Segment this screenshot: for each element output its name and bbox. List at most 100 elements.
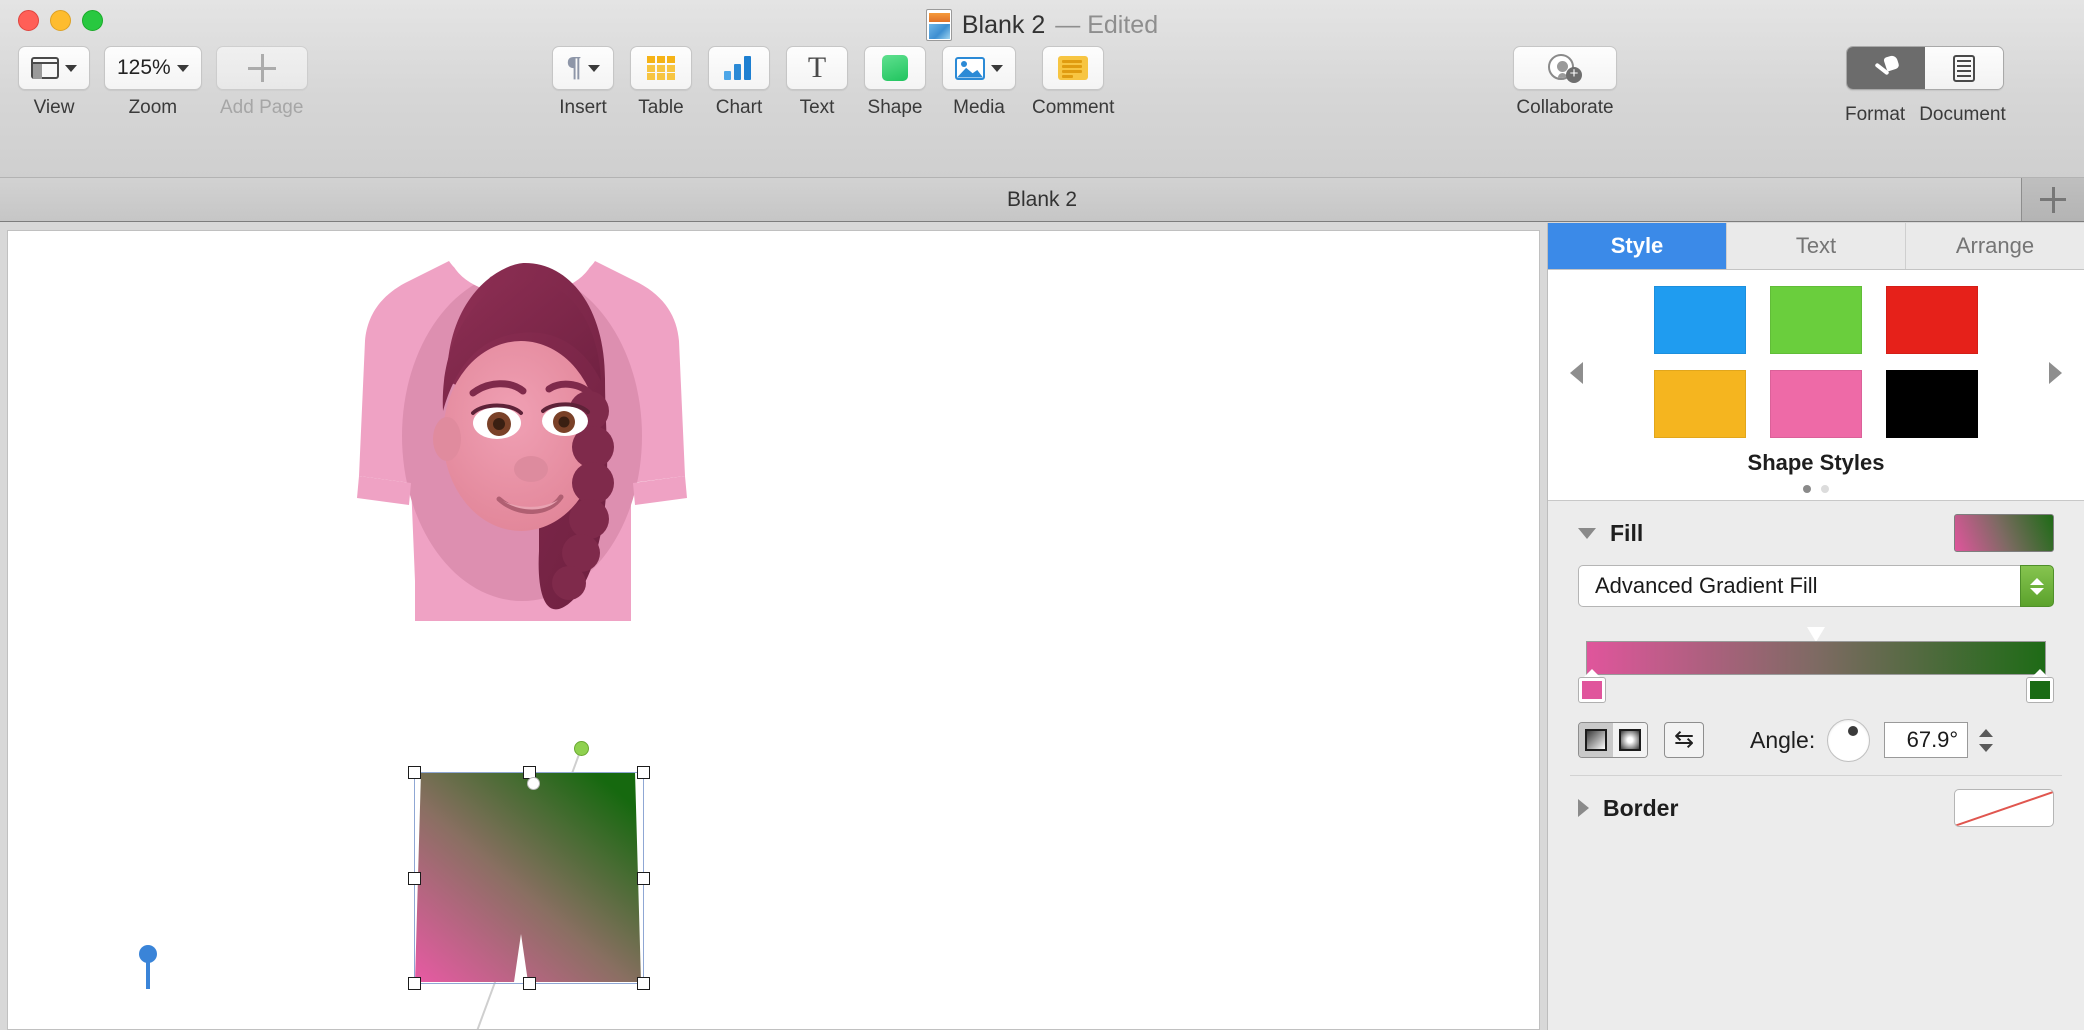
resize-handle-top-right[interactable] bbox=[637, 766, 650, 779]
blue-pin-marker bbox=[139, 945, 157, 989]
inspector-tabs: Style Text Arrange bbox=[1548, 223, 2084, 270]
shape-tool[interactable]: Shape bbox=[864, 46, 926, 119]
gradient-control-line bbox=[476, 748, 582, 1029]
page-dot-2[interactable] bbox=[1821, 485, 1829, 493]
document-tab-name[interactable]: Blank 2 bbox=[1007, 188, 1077, 212]
linear-gradient-button[interactable] bbox=[1579, 723, 1613, 757]
document-page[interactable] bbox=[7, 230, 1540, 1030]
insert-tool[interactable]: ¶ Insert bbox=[552, 46, 614, 119]
shape-style-swatch-black[interactable] bbox=[1886, 370, 1978, 438]
resize-handle-middle-right[interactable] bbox=[637, 872, 650, 885]
chevron-down-icon[interactable] bbox=[2030, 587, 2044, 595]
comment-button[interactable] bbox=[1042, 46, 1105, 90]
fill-type-select[interactable]: Advanced Gradient Fill bbox=[1578, 565, 2054, 607]
zoom-tool[interactable]: 125% Zoom bbox=[104, 46, 202, 119]
green-gradient-knob[interactable] bbox=[574, 741, 589, 756]
collaborate-tool[interactable]: + Collaborate bbox=[1513, 46, 1617, 119]
document-lines-icon bbox=[1953, 54, 1976, 82]
shape-selection-frame[interactable] bbox=[408, 766, 650, 990]
text-button[interactable]: T bbox=[786, 46, 848, 90]
chart-button[interactable] bbox=[708, 46, 770, 90]
shape-style-swatch-red[interactable] bbox=[1886, 286, 1978, 354]
border-section-header[interactable]: Border bbox=[1578, 776, 2054, 840]
canvas-area[interactable] bbox=[0, 223, 1547, 1030]
border-style-preview[interactable] bbox=[1954, 789, 2054, 827]
tab-style[interactable]: Style bbox=[1548, 223, 1727, 269]
gradient-editor[interactable] bbox=[1578, 627, 2054, 703]
zoom-button[interactable]: 125% bbox=[104, 46, 202, 90]
angle-stepper[interactable] bbox=[1975, 720, 1997, 760]
shape-style-swatch-blue[interactable] bbox=[1654, 286, 1746, 354]
format-inspector-button[interactable] bbox=[1847, 47, 1926, 89]
chevron-up-icon[interactable] bbox=[1979, 728, 1994, 737]
gradient-stop-end[interactable] bbox=[2026, 669, 2054, 703]
table-tool[interactable]: Table bbox=[630, 46, 692, 119]
resize-handle-bottom-center[interactable] bbox=[523, 977, 536, 990]
tab-arrange[interactable]: Arrange bbox=[1906, 223, 2084, 269]
shape-label: Shape bbox=[867, 97, 923, 118]
shape-style-swatch-orange[interactable] bbox=[1654, 370, 1746, 438]
paintbrush-icon bbox=[1873, 55, 1899, 81]
media-button[interactable] bbox=[942, 46, 1016, 90]
tab-style-label: Style bbox=[1610, 233, 1664, 258]
shape-style-swatch-green[interactable] bbox=[1770, 286, 1862, 354]
zoom-level-value: 125% bbox=[117, 56, 171, 79]
swap-arrows-icon: ⇆ bbox=[1673, 726, 1695, 753]
caret-left-icon[interactable] bbox=[1570, 362, 1583, 384]
angle-dial[interactable] bbox=[1827, 718, 1871, 762]
border-section-title: Border bbox=[1603, 794, 1679, 821]
shape-adjust-handle[interactable] bbox=[527, 777, 540, 790]
add-page-label: Add Page bbox=[219, 97, 304, 118]
fill-type-value[interactable]: Advanced Gradient Fill bbox=[1578, 565, 2020, 607]
resize-handle-bottom-left[interactable] bbox=[408, 977, 421, 990]
text-tool[interactable]: T Text bbox=[786, 46, 848, 119]
add-tab-button[interactable] bbox=[2021, 178, 2084, 221]
toolbar-inspector-toggle-group: Format Document bbox=[1845, 46, 2006, 126]
table-button[interactable] bbox=[630, 46, 692, 90]
page-dot-1[interactable] bbox=[1803, 485, 1811, 493]
gradient-type-toggle[interactable] bbox=[1578, 722, 1648, 758]
resize-handle-bottom-right[interactable] bbox=[637, 977, 650, 990]
fill-color-preview[interactable] bbox=[1954, 514, 2054, 552]
table-icon bbox=[647, 56, 675, 80]
toolbar-collaborate-group: + Collaborate bbox=[1513, 46, 1617, 119]
shape-styles-page-dots bbox=[1548, 485, 2084, 493]
chevron-up-icon[interactable] bbox=[2030, 577, 2044, 585]
chart-tool[interactable]: Chart bbox=[708, 46, 770, 119]
gradient-stop-start[interactable] bbox=[1578, 669, 1606, 703]
fill-section-header[interactable]: Fill bbox=[1578, 501, 2054, 565]
sweatshirt-artwork[interactable] bbox=[353, 231, 693, 761]
tab-text[interactable]: Text bbox=[1727, 223, 1906, 269]
resize-handle-middle-left[interactable] bbox=[408, 872, 421, 885]
disclosure-triangle-open-icon[interactable] bbox=[1578, 527, 1596, 539]
resize-handle-top-left[interactable] bbox=[408, 766, 421, 779]
insert-button[interactable]: ¶ bbox=[552, 46, 614, 90]
gradient-controls-row: ⇆ Angle: 67.9° bbox=[1578, 705, 2054, 775]
disclosure-triangle-closed-icon[interactable] bbox=[1578, 799, 1589, 817]
gradient-stop-end-color[interactable] bbox=[2030, 681, 2050, 699]
comment-tool[interactable]: Comment bbox=[1032, 46, 1114, 119]
gradient-bar[interactable] bbox=[1586, 641, 2046, 675]
media-tool[interactable]: Media bbox=[942, 46, 1016, 119]
radial-gradient-button[interactable] bbox=[1613, 723, 1647, 757]
angle-value-field[interactable]: 67.9° bbox=[1884, 722, 1969, 758]
shape-button[interactable] bbox=[864, 46, 926, 90]
view-tool[interactable]: View bbox=[18, 46, 90, 119]
fill-section: Fill Advanced Gradient Fill ⇆ Angle: 67.… bbox=[1548, 501, 2084, 775]
inspector-segmented-control[interactable] bbox=[1846, 46, 2005, 90]
collaborate-button[interactable]: + bbox=[1513, 46, 1617, 90]
reverse-gradient-button[interactable]: ⇆ bbox=[1664, 722, 1704, 758]
gradient-stop-start-color[interactable] bbox=[1582, 681, 1602, 699]
view-label: View bbox=[33, 97, 75, 118]
media-label: Media bbox=[953, 97, 1005, 118]
fill-section-title: Fill bbox=[1610, 519, 1644, 546]
caret-right-icon[interactable] bbox=[2049, 362, 2062, 384]
document-inspector-button[interactable] bbox=[1925, 47, 2004, 89]
fill-type-stepper[interactable] bbox=[2020, 565, 2054, 607]
view-button[interactable] bbox=[18, 46, 90, 90]
angle-label: Angle: bbox=[1750, 726, 1816, 753]
chevron-down-icon[interactable] bbox=[1979, 743, 1994, 752]
window-title: Blank 2 — Edited bbox=[0, 5, 2084, 45]
shape-style-swatch-pink[interactable] bbox=[1770, 370, 1862, 438]
gradient-midpoint-handle[interactable] bbox=[1807, 627, 1825, 642]
